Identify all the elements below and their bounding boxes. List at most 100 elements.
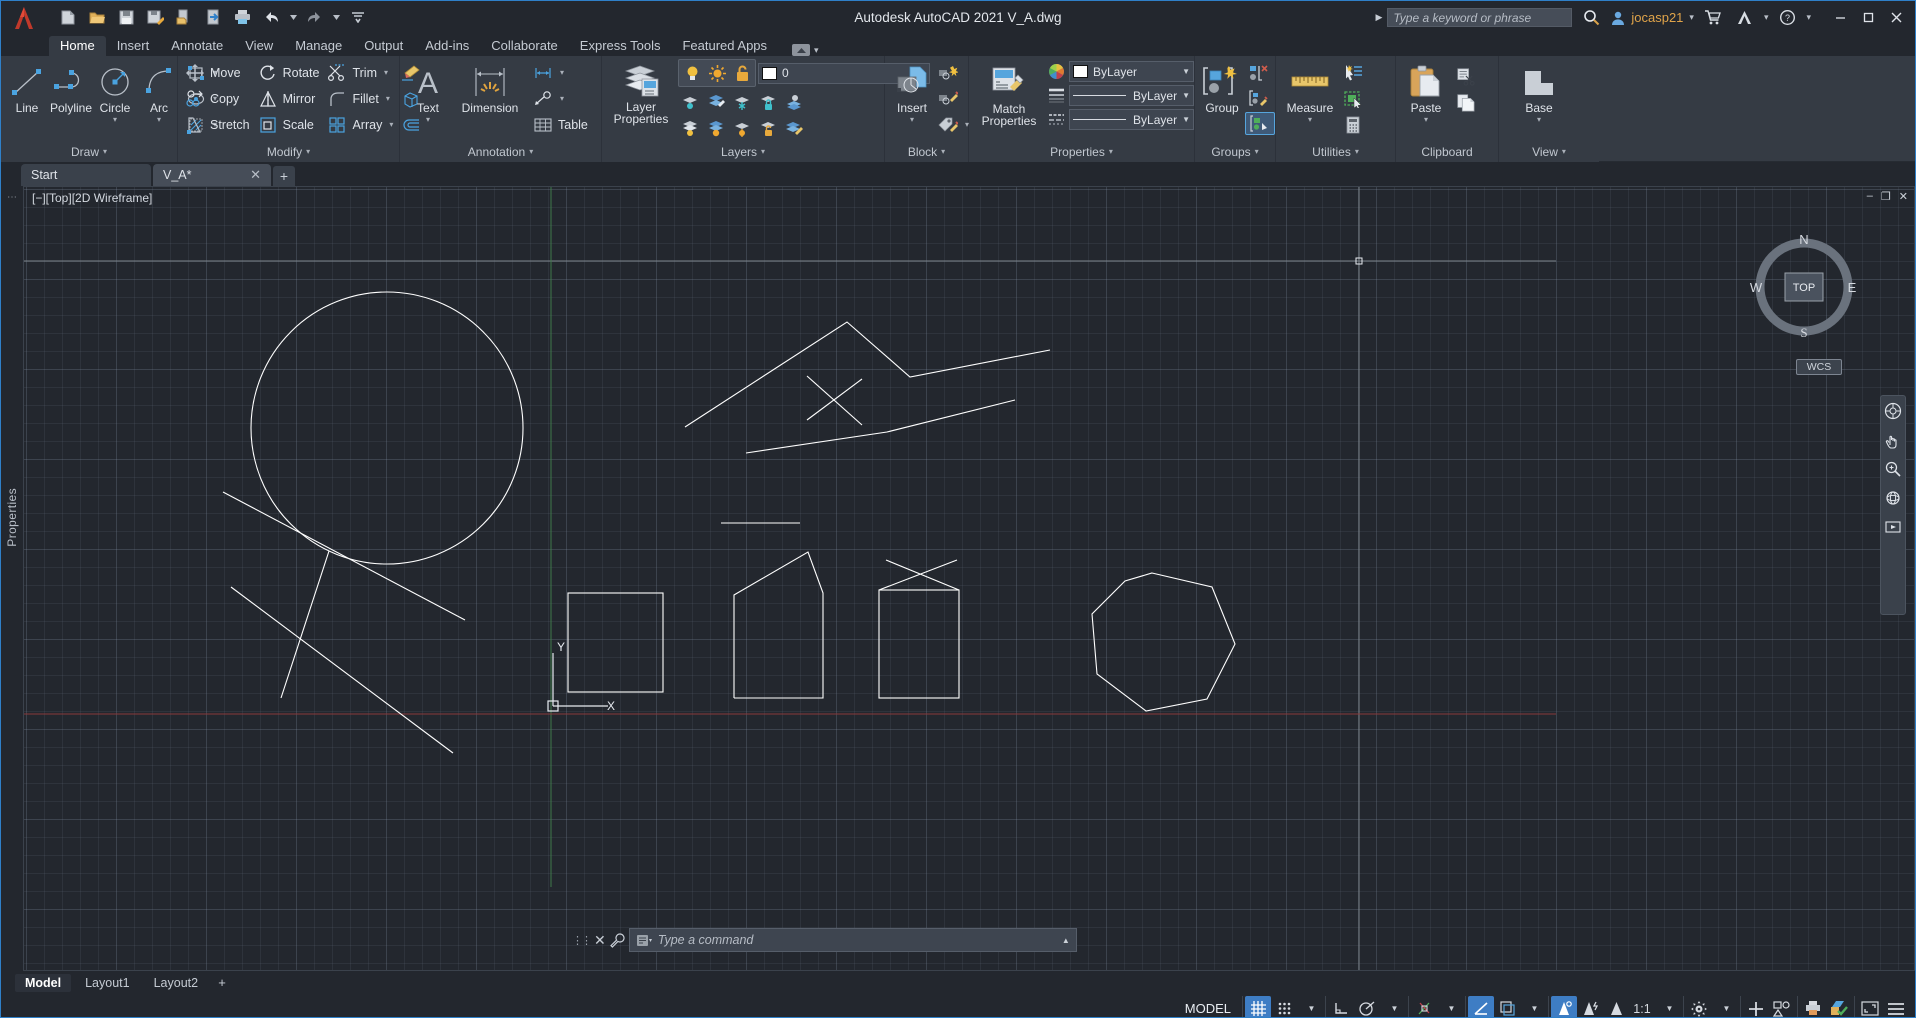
ribbon-tab-annotate[interactable]: Annotate xyxy=(160,36,234,56)
measure-button[interactable]: Measure ▾ xyxy=(1280,60,1340,126)
object-color-dropdown-icon[interactable]: ▼ xyxy=(1182,67,1190,76)
zoom-extents-icon[interactable] xyxy=(1883,459,1903,479)
panel-label-clipboard[interactable]: Clipboard xyxy=(1396,141,1498,162)
base-view-button[interactable]: Base ▾ xyxy=(1511,60,1567,126)
file-tab-start[interactable]: Start xyxy=(21,164,151,186)
close-button[interactable] xyxy=(1883,6,1909,30)
grid-display-toggle[interactable] xyxy=(1245,996,1271,1017)
annotation-scale-dropdown-icon[interactable]: ▼ xyxy=(1655,996,1681,1017)
linear-dimension-button[interactable]: ▾ xyxy=(530,60,593,85)
lineweight-display-toggle[interactable] xyxy=(1468,996,1494,1017)
annotation-scale-value[interactable]: 1:1 xyxy=(1629,996,1655,1017)
search-icon[interactable] xyxy=(1578,6,1604,30)
lineweight-combo[interactable]: ByLayer ▼ xyxy=(1069,85,1194,106)
steering-wheel-icon[interactable] xyxy=(1883,401,1903,421)
drawing-status-icon[interactable] xyxy=(1826,996,1852,1017)
mirror-button[interactable]: Mirror xyxy=(255,86,325,111)
circle-button[interactable]: Circle ▾ xyxy=(93,60,137,126)
object-snap-toggle[interactable] xyxy=(1411,996,1437,1017)
undo-dropdown-icon[interactable] xyxy=(287,6,299,30)
arc-dropdown-icon[interactable]: ▾ xyxy=(157,116,161,124)
new-tab-button[interactable]: + xyxy=(273,166,295,186)
array-button[interactable]: Array ▾ xyxy=(324,112,398,137)
ribbon-minimize-icon[interactable] xyxy=(792,44,811,56)
text-dropdown-icon[interactable]: ▾ xyxy=(426,116,430,124)
plot-icon[interactable] xyxy=(1800,996,1826,1017)
isolate-objects-button[interactable] xyxy=(1743,996,1769,1017)
wrench-icon[interactable] xyxy=(609,932,625,948)
annotation-visibility-toggle[interactable] xyxy=(1551,996,1577,1017)
leader-dropdown-icon[interactable]: ▾ xyxy=(560,94,564,103)
cart-icon[interactable] xyxy=(1700,6,1726,30)
annotation-scale-icon[interactable] xyxy=(1603,996,1629,1017)
panel-label-layers[interactable]: Layers ▾ xyxy=(602,141,884,162)
color-wheel-icon[interactable] xyxy=(1048,63,1065,80)
file-tab-v-a[interactable]: V_A* ✕ xyxy=(153,164,271,186)
modify-panel-expand-icon[interactable]: ▾ xyxy=(306,147,310,156)
ribbon-tab-featured-apps[interactable]: Featured Apps xyxy=(671,36,778,56)
command-history-icon[interactable] xyxy=(636,934,652,947)
line-button[interactable]: Line xyxy=(5,60,49,117)
search-input[interactable]: Type a keyword or phrase xyxy=(1387,8,1573,27)
print-icon[interactable] xyxy=(229,5,256,31)
calculator-button[interactable] xyxy=(1340,112,1368,137)
arc-button[interactable]: Arc ▾ xyxy=(137,60,181,126)
layer-isolate-icon[interactable] xyxy=(678,90,702,114)
lineweight-icon[interactable] xyxy=(1048,88,1065,103)
add-layout-button[interactable]: + xyxy=(212,975,232,990)
properties-panel-expand-icon[interactable]: ▾ xyxy=(1109,147,1113,156)
ungroup-button[interactable] xyxy=(1245,60,1275,85)
dimension-button[interactable]: Dimension xyxy=(452,60,528,117)
layer-unlock-icon[interactable] xyxy=(756,116,780,140)
customize-icon[interactable] xyxy=(344,5,371,31)
autoscale-toggle[interactable] xyxy=(1577,996,1603,1017)
table-button[interactable]: Table xyxy=(530,112,593,137)
clean-screen-button[interactable] xyxy=(1857,996,1883,1017)
account-dropdown-icon[interactable]: ▾ xyxy=(1689,12,1694,23)
new-file-icon[interactable] xyxy=(55,5,82,31)
fillet-dropdown-icon[interactable]: ▾ xyxy=(386,94,390,103)
layout-tab-layout1[interactable]: Layout1 xyxy=(75,974,139,992)
view-cube[interactable]: TOP N S E W xyxy=(1749,232,1859,342)
layer-off-icon[interactable] xyxy=(678,116,702,140)
ribbon-tab-manage[interactable]: Manage xyxy=(284,36,353,56)
viewport-controls-label[interactable]: [−][Top][2D Wireframe] xyxy=(32,191,152,205)
group-edit-button[interactable] xyxy=(1245,86,1275,111)
search-expand-icon[interactable]: ▶ xyxy=(1375,12,1382,23)
copy-button[interactable]: Copy xyxy=(182,86,255,111)
linear-dimension-dropdown-icon[interactable]: ▾ xyxy=(560,68,564,77)
polar-tracking-toggle[interactable] xyxy=(1354,996,1380,1017)
maximize-button[interactable] xyxy=(1855,6,1881,30)
rotate-button[interactable]: Rotate xyxy=(255,60,325,85)
command-close-icon[interactable]: ✕ xyxy=(594,932,606,949)
command-input[interactable]: Type a command ▲ xyxy=(628,928,1077,952)
workspace-switching-button[interactable] xyxy=(1686,996,1712,1017)
panel-label-view[interactable]: View ▾ xyxy=(1499,141,1599,162)
copy-clip-button[interactable] xyxy=(1452,89,1480,114)
quick-select-button[interactable] xyxy=(1340,60,1368,85)
insert-dropdown-icon[interactable]: ▾ xyxy=(910,116,914,124)
utilities-panel-expand-icon[interactable]: ▾ xyxy=(1355,147,1359,156)
trim-button[interactable]: Trim ▾ xyxy=(324,60,398,85)
properties-palette-bar[interactable]: ⋯ Properties xyxy=(1,186,23,971)
viewport-maximize-icon[interactable]: ❐ xyxy=(1881,190,1891,203)
redo-dropdown-icon[interactable] xyxy=(330,6,342,30)
insert-block-button[interactable]: Insert ▾ xyxy=(889,60,935,126)
ribbon-tab-express-tools[interactable]: Express Tools xyxy=(569,36,672,56)
view-panel-expand-icon[interactable]: ▾ xyxy=(1562,147,1566,156)
linetype-combo[interactable]: ByLayer ▼ xyxy=(1069,109,1194,130)
customization-button[interactable] xyxy=(1883,996,1909,1017)
cut-button[interactable] xyxy=(1452,63,1480,88)
viewport-close-icon[interactable]: ✕ xyxy=(1899,190,1908,203)
help-icon[interactable]: ? xyxy=(1774,6,1800,30)
draw-panel-expand-icon[interactable]: ▾ xyxy=(103,147,107,156)
lineweight-dropdown-icon[interactable]: ▼ xyxy=(1182,91,1190,100)
close-icon[interactable]: ✕ xyxy=(250,167,261,183)
object-color-combo[interactable]: ByLayer ▼ xyxy=(1069,61,1194,82)
export-icon[interactable] xyxy=(171,5,198,31)
ribbon-options-dropdown-icon[interactable]: ▾ xyxy=(814,45,819,56)
ribbon-tab-collaborate[interactable]: Collaborate xyxy=(480,36,569,56)
save-as-icon[interactable] xyxy=(142,5,169,31)
osnap-dropdown-icon[interactable]: ▼ xyxy=(1437,996,1463,1017)
graphics-performance-button[interactable] xyxy=(1769,996,1795,1017)
